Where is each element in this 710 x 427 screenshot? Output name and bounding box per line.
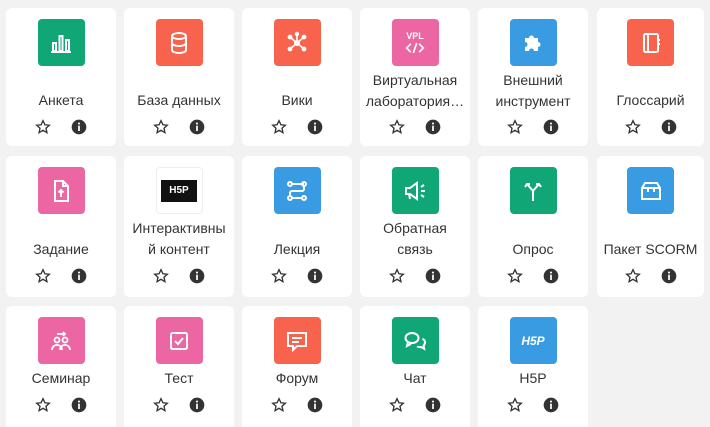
- star-icon[interactable]: [624, 268, 641, 284]
- module-name: Вики: [281, 92, 313, 108]
- h5p-icon: H5P: [509, 317, 557, 364]
- star-icon[interactable]: [507, 119, 523, 135]
- scorm-icon: [627, 167, 674, 214]
- star-icon[interactable]: [389, 268, 405, 284]
- h5p-label: H5P: [521, 333, 545, 348]
- info-icon[interactable]: [661, 268, 677, 284]
- choice-icon: [509, 167, 557, 214]
- module-card-workshop[interactable]: Семинар: [6, 306, 116, 427]
- info-icon[interactable]: [425, 397, 441, 413]
- module-card-glossary[interactable]: Глоссарий: [597, 8, 704, 146]
- vpl-icon: VPL: [391, 19, 439, 66]
- quiz-icon: [155, 317, 203, 364]
- star-icon[interactable]: [35, 397, 51, 413]
- info-icon[interactable]: [543, 119, 559, 135]
- module-card-chat[interactable]: Чат: [360, 306, 470, 427]
- module-card-scorm[interactable]: Пакет SCORM: [597, 156, 704, 297]
- module-name-line1: Внешний: [503, 72, 563, 88]
- module-name: Пакет SCORM: [603, 241, 698, 257]
- module-name: Опрос: [512, 241, 554, 257]
- module-name: Глоссарий: [616, 92, 685, 108]
- vpl-label: VPL: [406, 30, 424, 41]
- star-icon[interactable]: [153, 397, 169, 413]
- workshop-icon: [37, 317, 85, 364]
- module-name-line2: инструмент: [495, 93, 571, 109]
- module-name: Анкета: [38, 92, 84, 108]
- module-card-assignment[interactable]: Задание: [6, 156, 116, 297]
- star-icon[interactable]: [35, 268, 51, 284]
- module-card-interactive-content[interactable]: H5P Интерактивны й контент: [124, 156, 234, 297]
- module-card-wiki[interactable]: Вики: [242, 8, 352, 146]
- module-name: Чат: [403, 370, 427, 386]
- info-icon[interactable]: [189, 268, 205, 284]
- module-name: База данных: [137, 92, 221, 108]
- module-card-quiz[interactable]: Тест: [124, 306, 234, 427]
- star-icon[interactable]: [507, 397, 523, 413]
- module-name-line2: лаборатория…: [365, 93, 465, 109]
- chat-icon: [391, 317, 439, 364]
- star-icon[interactable]: [507, 268, 523, 284]
- module-card-vpl[interactable]: VPL Виртуальная лаборатория…: [360, 8, 470, 146]
- info-icon[interactable]: [307, 397, 323, 413]
- module-card-external-tool[interactable]: Внешний инструмент: [478, 8, 588, 146]
- lesson-icon: [273, 167, 321, 214]
- module-name-line2: связь: [397, 241, 433, 257]
- star-icon[interactable]: [271, 397, 287, 413]
- info-icon[interactable]: [71, 268, 87, 284]
- h5p-black-icon: H5P: [155, 167, 203, 214]
- star-icon[interactable]: [153, 268, 169, 284]
- module-card-choice[interactable]: Опрос: [478, 156, 588, 297]
- info-icon[interactable]: [71, 119, 87, 135]
- module-name-line1: Обратная: [383, 220, 447, 236]
- assignment-icon: [37, 167, 85, 214]
- info-icon[interactable]: [189, 119, 205, 135]
- module-name: Форум: [275, 370, 319, 386]
- module-card-database[interactable]: База данных: [124, 8, 234, 146]
- module-name: Семинар: [31, 370, 91, 386]
- star-icon[interactable]: [153, 119, 169, 135]
- module-card-feedback[interactable]: Обратная связь: [360, 156, 470, 297]
- info-icon[interactable]: [543, 268, 559, 284]
- module-card-lesson[interactable]: Лекция: [242, 156, 352, 297]
- h5p-label: H5P: [169, 185, 189, 196]
- module-name: H5P: [519, 370, 547, 386]
- info-icon[interactable]: [661, 119, 677, 135]
- star-icon[interactable]: [624, 119, 641, 135]
- module-name-line1: Виртуальная: [372, 72, 458, 88]
- module-name-line1: Интерактивны: [132, 220, 226, 236]
- info-icon[interactable]: [307, 119, 323, 135]
- star-icon[interactable]: [271, 268, 287, 284]
- star-icon[interactable]: [389, 397, 405, 413]
- module-card-h5p[interactable]: H5P H5P: [478, 306, 588, 427]
- module-card-forum[interactable]: Форум: [242, 306, 352, 427]
- glossary-icon: [627, 19, 674, 66]
- feedback-icon: [391, 167, 439, 214]
- module-name: Лекция: [273, 241, 321, 257]
- module-name: Тест: [164, 370, 194, 386]
- info-icon[interactable]: [543, 397, 559, 413]
- puzzle-icon: [509, 19, 557, 66]
- info-icon[interactable]: [425, 119, 441, 135]
- module-name: Задание: [33, 241, 89, 257]
- module-card-anketa[interactable]: Анкета: [6, 8, 116, 146]
- info-icon[interactable]: [307, 268, 323, 284]
- star-icon[interactable]: [271, 119, 287, 135]
- info-icon[interactable]: [71, 397, 87, 413]
- info-icon[interactable]: [189, 397, 205, 413]
- wiki-icon: [273, 19, 321, 66]
- info-icon[interactable]: [425, 268, 441, 284]
- database-icon: [155, 19, 203, 66]
- module-name-line2: й контент: [148, 241, 210, 257]
- forum-icon: [273, 317, 321, 364]
- bar-chart-icon: [37, 19, 85, 66]
- star-icon[interactable]: [389, 119, 405, 135]
- star-icon[interactable]: [35, 119, 51, 135]
